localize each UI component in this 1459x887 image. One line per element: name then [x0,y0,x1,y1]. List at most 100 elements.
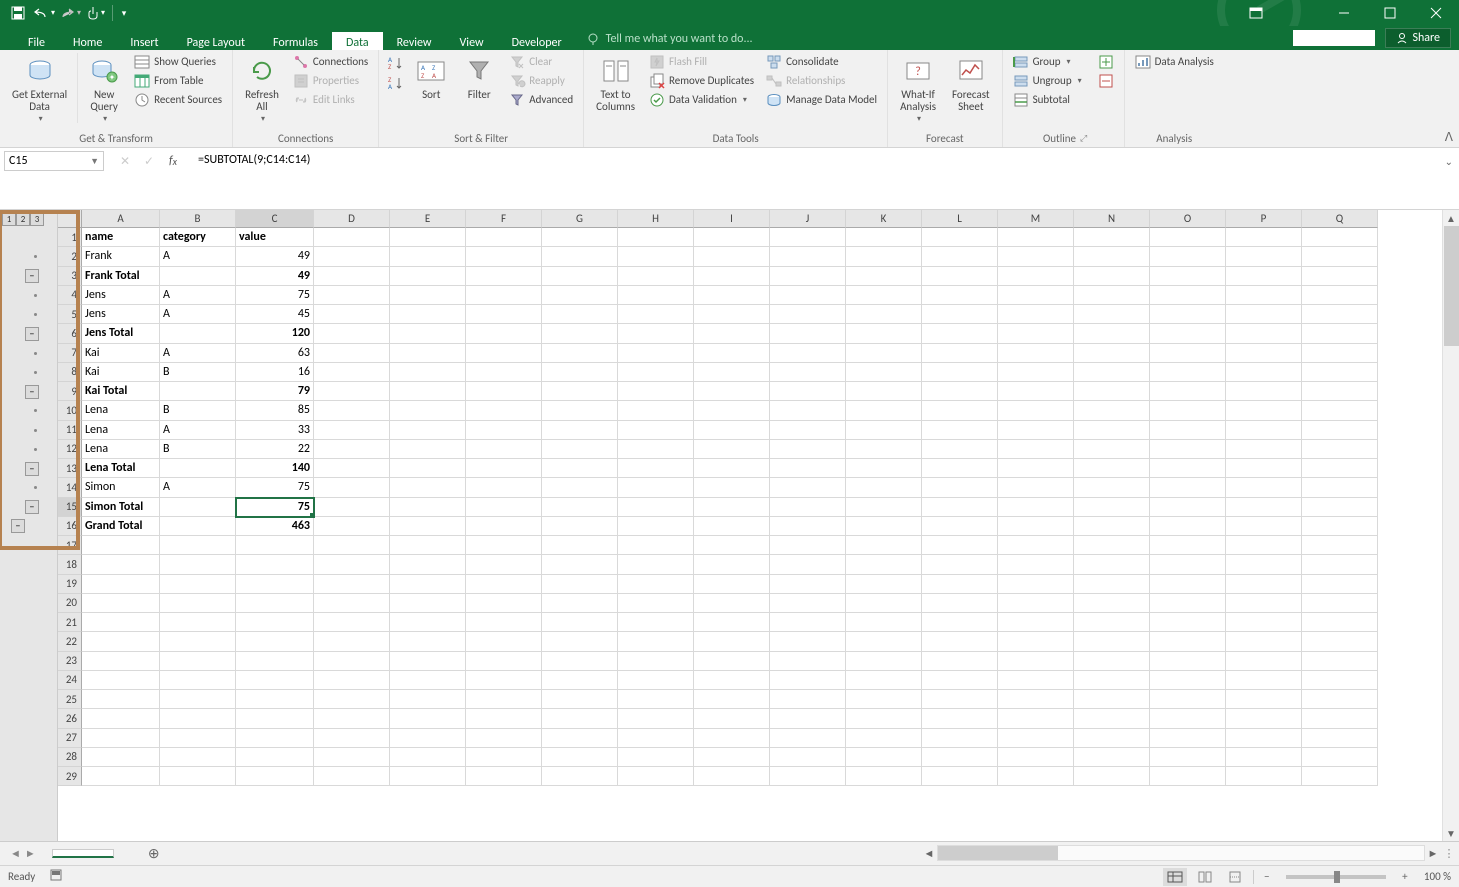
cell-O1[interactable] [1150,228,1226,247]
page-break-view-button[interactable] [1223,868,1247,886]
cell-A19[interactable] [82,575,160,594]
text-to-columns-button[interactable]: Text to Columns [590,53,641,115]
cell-K4[interactable] [846,286,922,305]
cell-A18[interactable] [82,555,160,574]
cell-E23[interactable] [390,652,466,671]
cell-A15[interactable]: Simon Total [82,498,160,517]
cell-G21[interactable] [542,613,618,632]
cell-N20[interactable] [1074,594,1150,613]
cell-F8[interactable] [466,363,542,382]
edit-links-button[interactable]: Edit Links [289,91,372,109]
cell-G9[interactable] [542,382,618,401]
cell-N4[interactable] [1074,286,1150,305]
cell-A26[interactable] [82,709,160,728]
cell-P5[interactable] [1226,305,1302,324]
cell-Q23[interactable] [1302,652,1378,671]
cell-J20[interactable] [770,594,846,613]
cell-C6[interactable]: 120 [236,324,314,343]
cell-H27[interactable] [618,729,694,748]
cell-B26[interactable] [160,709,236,728]
cell-B23[interactable] [160,652,236,671]
cell-M16[interactable] [998,517,1074,536]
new-query-button[interactable]: ✦ New Query▾ [82,53,126,126]
cell-N5[interactable] [1074,305,1150,324]
cell-J29[interactable] [770,767,846,786]
cell-Q6[interactable] [1302,324,1378,343]
cell-H11[interactable] [618,421,694,440]
cell-N13[interactable] [1074,459,1150,478]
outline-level-2[interactable]: 2 [16,212,30,226]
cell-C18[interactable] [236,555,314,574]
cell-O12[interactable] [1150,440,1226,459]
cell-L28[interactable] [922,748,998,767]
cell-M25[interactable] [998,690,1074,709]
cell-K20[interactable] [846,594,922,613]
cell-Q11[interactable] [1302,421,1378,440]
cell-Q3[interactable] [1302,267,1378,286]
cell-L5[interactable] [922,305,998,324]
cell-G3[interactable] [542,267,618,286]
cell-D11[interactable] [314,421,390,440]
cell-I23[interactable] [694,652,770,671]
cell-K19[interactable] [846,575,922,594]
cell-I12[interactable] [694,440,770,459]
cell-M23[interactable] [998,652,1074,671]
outline-collapse-row-9[interactable]: − [25,385,39,399]
cell-J10[interactable] [770,401,846,420]
cell-K2[interactable] [846,247,922,266]
cell-G22[interactable] [542,632,618,651]
cell-E6[interactable] [390,324,466,343]
cell-L7[interactable] [922,344,998,363]
cell-F16[interactable] [466,517,542,536]
cell-M13[interactable] [998,459,1074,478]
cell-A28[interactable] [82,748,160,767]
cell-A13[interactable]: Lena Total [82,459,160,478]
cell-A9[interactable]: Kai Total [82,382,160,401]
cell-P3[interactable] [1226,267,1302,286]
cell-P12[interactable] [1226,440,1302,459]
vscroll-thumb[interactable] [1444,226,1459,346]
properties-button[interactable]: Properties [289,72,372,90]
cell-K25[interactable] [846,690,922,709]
cell-G1[interactable] [542,228,618,247]
cell-A4[interactable]: Jens [82,286,160,305]
cell-A10[interactable]: Lena [82,401,160,420]
cell-N14[interactable] [1074,478,1150,497]
cell-N9[interactable] [1074,382,1150,401]
row-header-12[interactable]: 12 [58,440,82,459]
cell-K7[interactable] [846,344,922,363]
cell-P10[interactable] [1226,401,1302,420]
cell-H10[interactable] [618,401,694,420]
cell-I2[interactable] [694,247,770,266]
col-header-F[interactable]: F [466,210,542,228]
cell-K15[interactable] [846,498,922,517]
row-header-1[interactable]: 1 [58,228,82,247]
scroll-right-icon[interactable]: ► [1425,845,1441,861]
cell-B13[interactable] [160,459,236,478]
row-header-27[interactable]: 27 [58,729,82,748]
cell-H12[interactable] [618,440,694,459]
cell-P22[interactable] [1226,632,1302,651]
cell-D24[interactable] [314,671,390,690]
cell-A20[interactable] [82,594,160,613]
cell-J17[interactable] [770,536,846,555]
cell-G5[interactable] [542,305,618,324]
cell-B8[interactable]: B [160,363,236,382]
cell-I19[interactable] [694,575,770,594]
vertical-scrollbar[interactable]: ▲ ▼ [1442,210,1459,841]
cell-K18[interactable] [846,555,922,574]
row-header-20[interactable]: 20 [58,594,82,613]
cell-C10[interactable]: 85 [236,401,314,420]
cell-J9[interactable] [770,382,846,401]
cell-K23[interactable] [846,652,922,671]
cell-N24[interactable] [1074,671,1150,690]
cell-Q24[interactable] [1302,671,1378,690]
maximize-button[interactable] [1367,0,1413,26]
cell-M4[interactable] [998,286,1074,305]
cell-F7[interactable] [466,344,542,363]
cell-B29[interactable] [160,767,236,786]
cell-L10[interactable] [922,401,998,420]
cell-G4[interactable] [542,286,618,305]
clear-filter-button[interactable]: Clear [505,53,577,71]
cell-Q10[interactable] [1302,401,1378,420]
